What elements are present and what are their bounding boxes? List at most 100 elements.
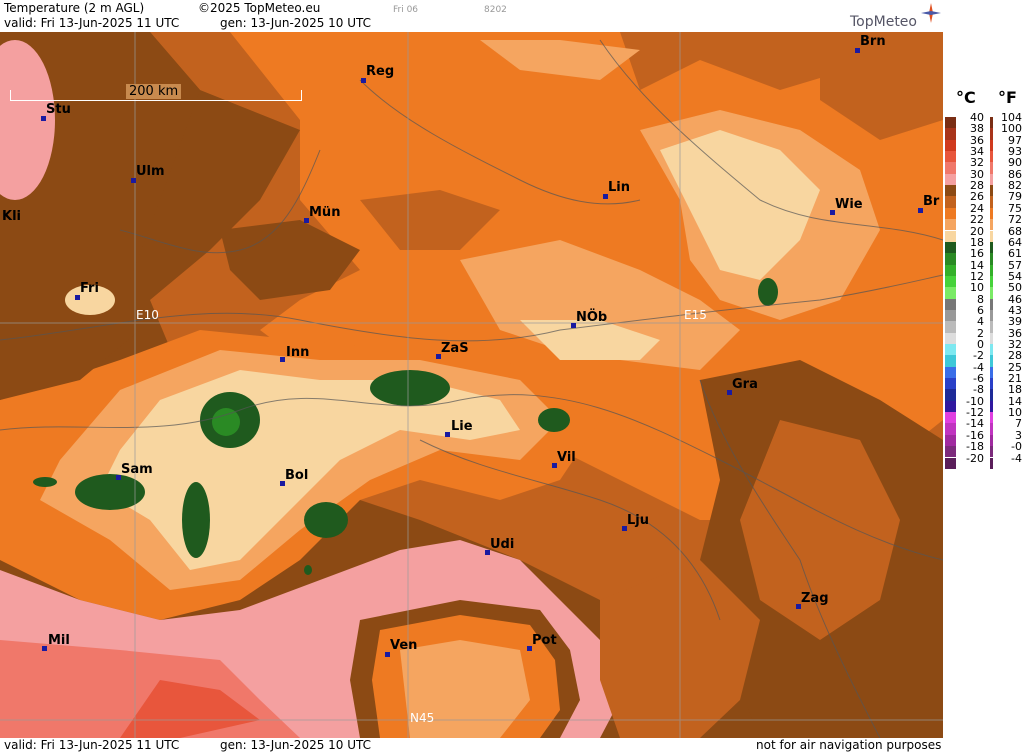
legend-swatch — [945, 128, 956, 140]
legend-swatch-f — [990, 230, 993, 242]
legend-celsius-value: 14 — [970, 258, 984, 272]
legend-fahrenheit-value: 97 — [1008, 133, 1022, 147]
legend-swatch-f — [990, 241, 993, 254]
legend-celsius-value: 4 — [977, 315, 984, 329]
city-label-gra[interactable]: Gra — [732, 377, 758, 392]
city-label-ulm[interactable]: Ulm — [136, 164, 165, 179]
legend-celsius-value: -10 — [966, 394, 984, 408]
legend-swatch — [945, 151, 956, 163]
legend-swatch — [945, 412, 956, 424]
legend-swatch-f — [990, 162, 993, 174]
legend-swatch — [945, 389, 956, 401]
city-label-sam[interactable]: Sam — [121, 462, 153, 477]
legend-celsius-value: 10 — [970, 281, 984, 295]
legend-swatch-f — [990, 117, 993, 129]
city-label-fri[interactable]: Fri — [80, 281, 99, 296]
legend-fahrenheit-value: 75 — [1008, 201, 1022, 215]
city-label-brn[interactable]: Brn — [860, 34, 886, 49]
city-label-wie[interactable]: Wie — [835, 197, 863, 212]
legend-fahrenheit-value: 21 — [1008, 372, 1022, 386]
legend-celsius-value: 8 — [977, 292, 984, 306]
legend-swatch-f — [990, 219, 993, 231]
legend-swatch-f — [990, 185, 993, 197]
legend-row: -20 -4 — [944, 453, 1034, 469]
legend-swatch — [945, 139, 956, 152]
legend-swatch — [945, 344, 956, 356]
city-label-zag[interactable]: Zag — [801, 591, 829, 606]
small-code-2: 8202 — [484, 5, 507, 15]
legend-swatch-f — [990, 423, 993, 435]
legend-celsius-value: -8 — [973, 383, 984, 397]
grid-label-e15: E15 — [684, 308, 707, 322]
city-label-mun[interactable]: Mün — [309, 205, 340, 220]
legend-swatch-f — [990, 457, 993, 469]
legend-swatch-f — [990, 355, 993, 367]
legend-swatch-f — [990, 309, 993, 322]
legend-celsius-value: 0 — [977, 338, 984, 351]
temperature-map[interactable]: 200 km E10 E15 N45 Brn Reg Stu Ulm Lin K… — [0, 32, 943, 738]
legend-swatch — [945, 230, 956, 242]
city-label-lie[interactable]: Lie — [451, 419, 473, 434]
city-label-udi[interactable]: Udi — [490, 537, 514, 552]
city-label-nob[interactable]: NÖb — [576, 310, 607, 325]
city-label-kli[interactable]: Kli — [2, 209, 21, 224]
city-label-reg[interactable]: Reg — [366, 64, 394, 79]
legend-fahrenheit-value: 57 — [1008, 258, 1022, 272]
map-title: Temperature (2 m AGL) — [4, 1, 145, 15]
legend-swatch — [945, 173, 956, 186]
legend-swatch — [945, 446, 956, 458]
legend-fahrenheit-value: 25 — [1008, 360, 1022, 374]
legend-swatch-f — [990, 264, 993, 276]
legend-swatch — [945, 355, 956, 367]
legend-swatch — [945, 423, 956, 435]
city-label-pot[interactable]: Pot — [532, 633, 557, 648]
valid-time: valid: Fri 13-Jun-2025 11 UTC — [4, 16, 180, 30]
legend-fahrenheit-value: 79 — [1008, 190, 1022, 204]
legend-swatch-f — [990, 139, 993, 152]
city-label-bol[interactable]: Bol — [285, 468, 308, 483]
city-label-inn[interactable]: Inn — [286, 345, 309, 360]
legend-fahrenheit-value: 32 — [1008, 338, 1022, 351]
scale-label: 200 km — [126, 84, 182, 99]
legend-fahrenheit-value: -0 — [1011, 440, 1022, 454]
city-label-lju[interactable]: Lju — [627, 513, 649, 528]
legend-fahrenheit-value: 14 — [1008, 394, 1022, 408]
legend-fahrenheit-value: 100 — [1001, 122, 1022, 136]
legend-fahrenheit-value: 61 — [1008, 247, 1022, 261]
legend-fahrenheit-value: 64 — [1008, 235, 1022, 249]
city-label-ven[interactable]: Ven — [390, 638, 417, 653]
city-label-mil[interactable]: Mil — [48, 633, 70, 648]
brand-logo: TopMeteo — [850, 14, 917, 30]
legend-fahrenheit-value: 28 — [1008, 349, 1022, 363]
legend-celsius-value: 32 — [970, 156, 984, 170]
legend-celsius-value: -14 — [966, 417, 984, 431]
legend-celsius-value: 20 — [970, 224, 984, 238]
grid-label-e10: E10 — [136, 308, 159, 322]
legend-swatch-f — [990, 378, 993, 390]
legend-swatch-f — [990, 332, 993, 344]
copyright: ©2025 TopMeteo.eu — [198, 1, 321, 15]
legend-fahrenheit-value: -4 — [1011, 451, 1022, 465]
legend-swatch — [945, 253, 956, 265]
city-label-zas[interactable]: ZaS — [441, 341, 469, 356]
legend-fahrenheit-value: 82 — [1008, 179, 1022, 193]
city-label-vil[interactable]: Vil — [557, 450, 576, 465]
legend-swatch — [945, 219, 956, 231]
grid-label-n45: N45 — [410, 711, 435, 725]
legend-fahrenheit-value: 36 — [1008, 326, 1022, 340]
color-legend: °C °F 40 104 38 100 36 97 34 93 32 90 30 86 28 82 26 79… — [944, 0, 1034, 753]
legend-celsius-value: -6 — [973, 372, 984, 386]
legend-swatch-f — [990, 344, 993, 356]
unit-fahrenheit: °F — [998, 88, 1017, 107]
city-label-br[interactable]: Br — [923, 194, 939, 209]
city-label-lin[interactable]: Lin — [608, 180, 630, 195]
header: Temperature (2 m AGL) ©2025 TopMeteo.eu … — [0, 0, 943, 32]
city-marker — [42, 646, 47, 651]
legend-celsius-value: 26 — [970, 190, 984, 204]
legend-swatch-f — [990, 321, 993, 333]
city-label-stu[interactable]: Stu — [46, 102, 71, 117]
legend-celsius-value: 30 — [970, 167, 984, 181]
footer-generated-time: gen: 13-Jun-2025 10 UTC — [220, 738, 372, 752]
disclaimer: not for air navigation purposes — [756, 738, 942, 752]
legend-swatch — [945, 457, 956, 469]
